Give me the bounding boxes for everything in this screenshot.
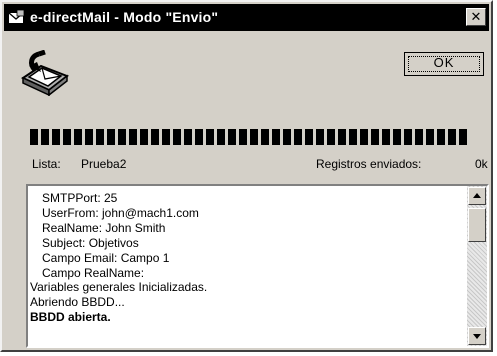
progress-segment (437, 129, 445, 145)
vertical-scrollbar[interactable] (467, 186, 487, 346)
progress-segment (327, 129, 335, 145)
progress-segment (338, 129, 346, 145)
progress-segment (349, 129, 357, 145)
title-bar[interactable]: e-directMail - Modo "Envio" ✕ (4, 4, 489, 31)
progress-segment (52, 129, 60, 145)
envio-dialog: e-directMail - Modo "Envio" ✕ OK Lista: … (0, 0, 493, 352)
log-line: BBDD abierta. (30, 310, 111, 325)
progress-segment (239, 129, 247, 145)
list-value: Prueba2 (81, 157, 127, 171)
ok-button[interactable]: OK (404, 52, 484, 76)
progress-segment (459, 129, 467, 145)
log-line: Variables generales Inicializadas. (30, 280, 208, 295)
window-title: e-directMail - Modo "Envio" (30, 9, 219, 25)
progress-segment (283, 129, 291, 145)
arrow-down-icon (473, 334, 481, 339)
progress-segment (173, 129, 181, 145)
progress-segment (195, 129, 203, 145)
progress-segment (118, 129, 126, 145)
progress-segment (217, 129, 225, 145)
list-label: Lista: (32, 157, 61, 171)
progress-segment (140, 129, 148, 145)
progress-segment (250, 129, 258, 145)
progress-segment (30, 129, 38, 145)
close-button[interactable]: ✕ (466, 8, 486, 26)
progress-segment (371, 129, 379, 145)
progress-segment (228, 129, 236, 145)
log-textbox[interactable]: SMTPPort: 25 UserFrom: john@mach1.com Re… (26, 184, 489, 348)
progress-segment (316, 129, 324, 145)
progress-segment (151, 129, 159, 145)
progress-segment (74, 129, 82, 145)
progress-segment (415, 129, 423, 145)
progress-segment (261, 129, 269, 145)
sent-value: 0k (475, 157, 488, 171)
scroll-up-button[interactable] (468, 187, 486, 205)
progress-segment (206, 129, 214, 145)
log-line: Abriendo BBDD... (30, 295, 125, 310)
log-line: SMTPPort: 25 (42, 191, 118, 205)
progress-bar (30, 129, 471, 145)
progress-segment (107, 129, 115, 145)
progress-segment (294, 129, 302, 145)
scroll-down-button[interactable] (468, 327, 486, 345)
progress-segment (85, 129, 93, 145)
progress-segment (184, 129, 192, 145)
progress-segment (96, 129, 104, 145)
log-line: Campo Email: Campo 1 (42, 250, 170, 265)
sent-label: Registros enviados: (316, 157, 422, 171)
progress-segment (162, 129, 170, 145)
progress-segment (305, 129, 313, 145)
log-lines: SMTPPort: 25 UserFrom: john@mach1.com Re… (30, 191, 460, 325)
arrow-up-icon (473, 193, 481, 198)
progress-segment (382, 129, 390, 145)
progress-segment (448, 129, 456, 145)
progress-segment (360, 129, 368, 145)
close-icon: ✕ (470, 9, 482, 24)
log-line: UserFrom: john@mach1.com (42, 205, 199, 220)
progress-segment (272, 129, 280, 145)
ok-button-label: OK (433, 55, 455, 70)
progress-segment (129, 129, 137, 145)
progress-segment (393, 129, 401, 145)
progress-segment (63, 129, 71, 145)
log-line: Subject: Objetivos (42, 235, 139, 250)
app-mail-icon (8, 9, 25, 23)
log-line: RealName: John Smith (42, 220, 166, 235)
progress-segment (404, 129, 412, 145)
mail-send-icon (20, 50, 70, 96)
scroll-thumb[interactable] (468, 208, 486, 242)
progress-segment (41, 129, 49, 145)
log-line: Campo RealName: (42, 265, 145, 280)
progress-segment (426, 129, 434, 145)
